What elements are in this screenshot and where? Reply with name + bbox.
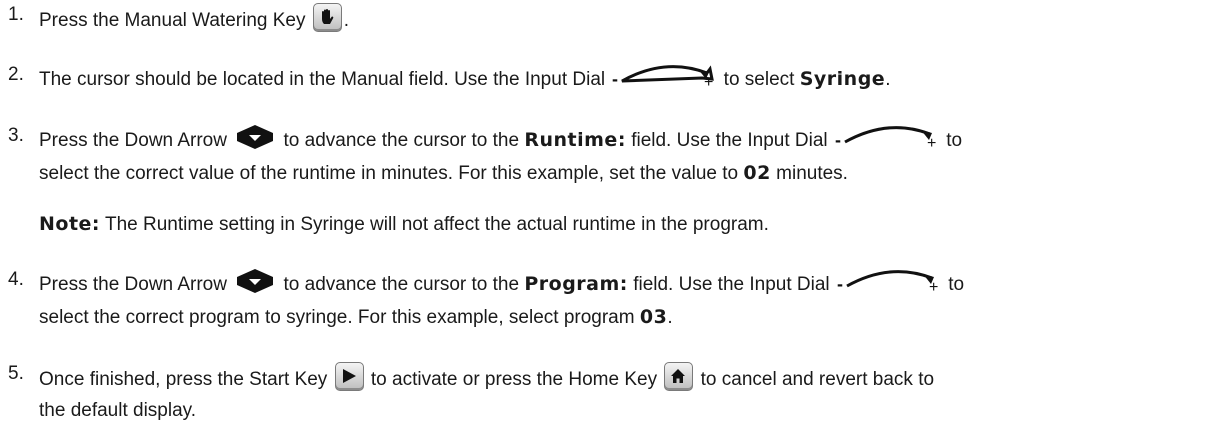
- step-text: Press the Down Arrow: [39, 130, 227, 151]
- manual-watering-key-icon: [312, 3, 342, 32]
- step-text: to select: [723, 69, 795, 90]
- note-label: Note:: [39, 213, 101, 235]
- down-arrow-icon: [237, 269, 274, 293]
- bold-term: Program:: [524, 273, 628, 295]
- step-text: The cursor should be located in the Manu…: [39, 69, 606, 90]
- step-text-end: .: [885, 69, 891, 90]
- step-text: to advance the cursor to the: [283, 274, 520, 295]
- input-dial-icon: - +: [835, 268, 943, 294]
- svg-text:-: -: [837, 274, 843, 294]
- step-number: 5.: [8, 363, 24, 384]
- start-key-icon: [334, 362, 364, 391]
- step-text: to: [948, 274, 965, 295]
- step-number: 2.: [8, 64, 24, 85]
- svg-text:+: +: [929, 279, 938, 294]
- step-text: to cancel and revert back to: [700, 369, 935, 390]
- down-arrow-icon: [237, 125, 274, 149]
- note-text: The Runtime setting in Syringe will not …: [104, 214, 769, 235]
- bold-term: Syringe: [799, 68, 886, 90]
- step-text: minutes.: [776, 163, 848, 184]
- step-number: 3.: [8, 125, 24, 146]
- step-text: to advance the cursor to the: [283, 130, 520, 151]
- step-text: to: [946, 130, 963, 151]
- step-text-end: .: [667, 307, 673, 328]
- step-text: Once finished, press the Start Key: [39, 369, 328, 390]
- bold-value: 02: [743, 162, 771, 184]
- step-text: select the correct program to syringe. F…: [39, 307, 635, 328]
- step-number: 1.: [8, 4, 24, 25]
- dial-minus: -: [612, 69, 618, 89]
- step-number: 4.: [8, 269, 24, 290]
- step-text-end: .: [343, 10, 350, 31]
- home-key-icon: [664, 362, 694, 391]
- step-text: Press the Manual Watering Key: [39, 10, 306, 31]
- step-text: field. Use the Input Dial: [633, 274, 830, 295]
- step-text: select the correct value of the runtime …: [39, 163, 739, 184]
- step-text: field. Use the Input Dial: [631, 130, 828, 151]
- step-text: the default display.: [39, 400, 197, 421]
- svg-text:-: -: [835, 130, 841, 150]
- dial-plus: +: [704, 74, 713, 89]
- input-dial-icon: - +: [610, 63, 718, 89]
- bold-value: 03: [639, 306, 668, 328]
- input-dial-icon: - +: [833, 124, 941, 150]
- step-text: Press the Down Arrow: [39, 274, 227, 295]
- step-text: to activate or press the Home Key: [370, 369, 658, 390]
- bold-term: Runtime:: [524, 129, 626, 151]
- svg-text:+: +: [927, 135, 936, 150]
